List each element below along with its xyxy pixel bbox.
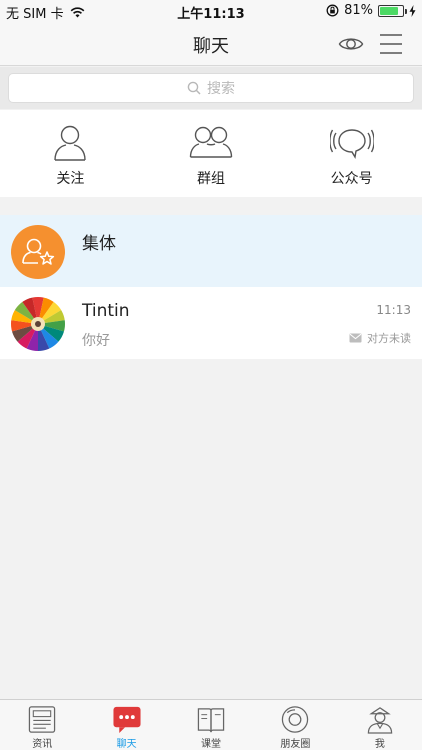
chat-bubble-icon <box>113 706 141 734</box>
eye-icon[interactable] <box>338 31 364 57</box>
chat-row-tintin[interactable]: Tintin 你好 11:13 对方未读 <box>0 287 422 359</box>
envelope-icon <box>349 333 362 343</box>
shortcut-official-accounts[interactable]: 公众号 <box>281 110 422 197</box>
charging-bolt-icon <box>409 4 416 17</box>
tab-classroom[interactable]: 课堂 <box>169 700 253 750</box>
read-status-text: 对方未读 <box>367 332 411 345</box>
chat-name: 集体 <box>82 234 116 254</box>
broadcast-icon <box>329 129 374 159</box>
tab-label: 课堂 <box>201 739 222 750</box>
shortcut-label: 公众号 <box>330 171 373 187</box>
group-outline-icon <box>189 126 233 158</box>
chat-name: Tintin <box>82 301 130 321</box>
tab-news[interactable]: 资讯 <box>0 700 84 750</box>
tab-me[interactable]: 我 <box>338 700 422 750</box>
battery-fill <box>380 6 398 15</box>
search-bar: 搜索 <box>0 67 422 109</box>
status-right: 81% <box>326 3 416 18</box>
tab-label: 朋友圈 <box>280 739 311 750</box>
shortcut-follow[interactable]: 关注 <box>0 110 141 197</box>
menu-icon[interactable] <box>378 31 404 57</box>
colored-pencils-avatar <box>11 297 65 351</box>
group-star-avatar <box>11 225 65 279</box>
orientation-lock-icon <box>326 4 339 17</box>
tab-chat[interactable]: 聊天 <box>84 700 168 750</box>
tab-label: 资讯 <box>32 739 53 750</box>
shortcut-groups[interactable]: 群组 <box>141 110 282 197</box>
nav-bar: 聊天 <box>0 22 422 66</box>
battery-percent: 81% <box>344 3 373 18</box>
tab-moments[interactable]: 朋友圈 <box>253 700 337 750</box>
shortcut-label: 关注 <box>56 171 85 187</box>
status-bar: 无 SIM 卡 上午11:13 81% <box>0 0 422 22</box>
chat-preview: 你好 <box>82 333 110 349</box>
search-placeholder: 搜索 <box>207 81 235 97</box>
chat-list: 集体 Tintin 你好 11:13 对方未读 <box>0 215 422 359</box>
person-outline-icon <box>54 125 87 161</box>
moments-icon <box>282 706 309 733</box>
newspaper-icon <box>29 706 56 733</box>
search-icon <box>187 81 201 95</box>
tab-label: 我 <box>374 739 385 750</box>
tab-bar: 资讯 聊天 课堂 朋友圈 我 <box>0 699 422 750</box>
profile-icon <box>367 707 393 734</box>
shortcut-label: 群组 <box>197 171 225 187</box>
shortcut-row: 关注 群组 公众号 <box>0 110 422 197</box>
read-status: 对方未读 <box>349 330 411 346</box>
chat-row-group[interactable]: 集体 <box>0 215 422 287</box>
search-input[interactable]: 搜索 <box>8 73 414 103</box>
chat-time: 11:13 <box>376 303 411 317</box>
battery-icon <box>378 4 407 17</box>
book-icon <box>197 708 225 733</box>
tab-label: 聊天 <box>116 739 137 750</box>
